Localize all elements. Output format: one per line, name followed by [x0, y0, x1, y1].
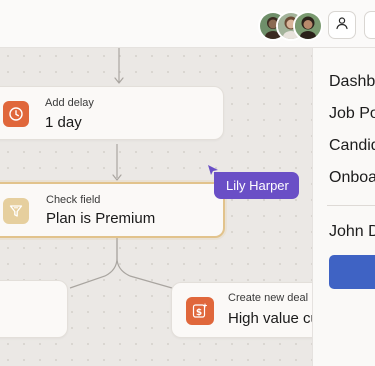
svg-text:$: $	[196, 308, 202, 318]
nav-item-onboarding[interactable]: Onboarding	[329, 169, 375, 187]
node-label: Create new deal	[228, 292, 309, 304]
node-value: High value customer	[228, 310, 312, 327]
user-icon	[335, 16, 349, 35]
top-bar	[0, 0, 375, 48]
nav-item-dashboard[interactable]: Dashboard	[329, 73, 375, 91]
node-label: Add delay	[45, 97, 94, 109]
collaborator-cursor-label: Lily Harper	[214, 172, 299, 199]
nav-item-candidates[interactable]: Candidates	[329, 137, 375, 155]
workflow-node-check-field[interactable]: Check field Plan is Premium	[0, 182, 225, 238]
profile-button[interactable]	[328, 11, 356, 39]
more-button[interactable]	[364, 11, 375, 39]
user-name: John Doe	[329, 223, 375, 240]
filter-icon	[3, 198, 29, 224]
primary-button[interactable]	[329, 255, 375, 289]
dollar-icon: $	[186, 297, 214, 325]
node-label: Check field	[46, 194, 101, 206]
workflow-node-create-deal[interactable]: $ Create new deal High value customer	[171, 282, 312, 338]
avatar[interactable]	[293, 11, 323, 41]
workflow-canvas[interactable]: Add delay 1 day Check field Plan is Prem…	[0, 48, 312, 366]
node-value: Plan is Premium	[46, 210, 156, 227]
workflow-node-branch-left[interactable]	[0, 280, 68, 338]
side-panel: Dashboard Job Postings Candidates Onboar…	[312, 48, 375, 366]
clock-icon	[3, 101, 29, 127]
node-value: 1 day	[45, 114, 82, 131]
workflow-node-add-delay[interactable]: Add delay 1 day	[0, 86, 224, 140]
divider	[327, 205, 375, 206]
nav-item-job-postings[interactable]: Job Postings	[329, 105, 375, 123]
